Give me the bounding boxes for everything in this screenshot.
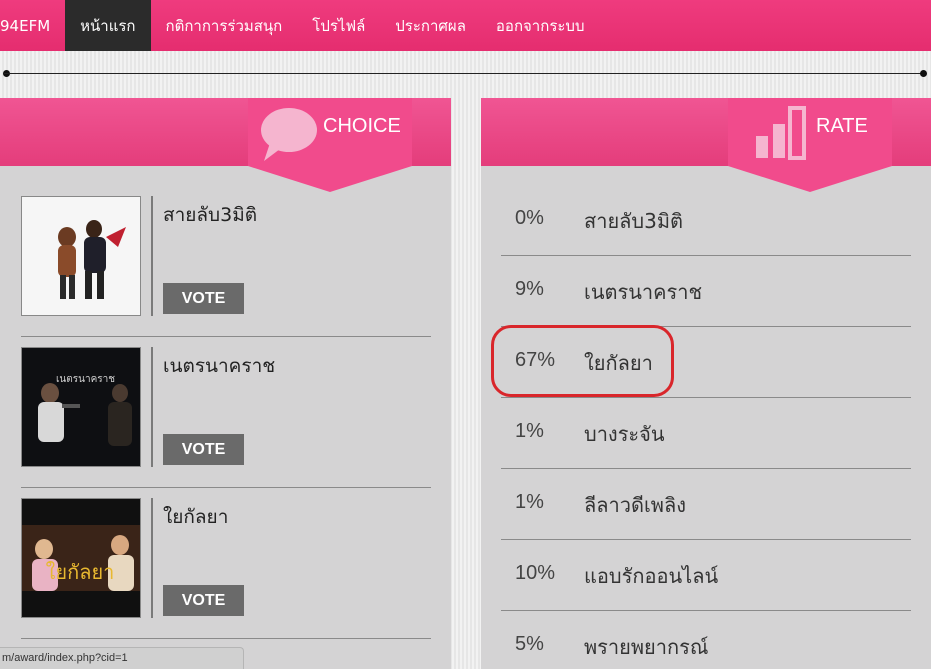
choice-separator [21,487,431,488]
rate-percent: 5% [515,633,544,655]
choice-item: สายลับ3มิติ VOTE [21,196,431,317]
nav-item-rules[interactable]: กติกาการร่วมสนุก [151,0,298,51]
rate-name: ลีลาวดีเพลิง [584,493,687,517]
rate-percent: 0% [515,207,544,229]
choice-thumbnail[interactable] [21,196,141,316]
rate-name: พรายพยากรณ์ [584,635,709,659]
divider-dot-right [920,70,927,77]
choice-title: CHOICE [323,115,401,137]
rate-row: 0% สายลับ3มิติ [501,185,911,256]
speech-bubble-icon [261,108,317,161]
nav-item-results[interactable]: ประกาศผล [380,0,481,51]
item-divider [151,347,153,467]
rate-badge: RATE [728,98,892,192]
item-divider [151,196,153,316]
rate-percent: 9% [515,278,544,300]
choice-name: เนตรนาคราช [163,355,276,377]
rate-name: แอบรักออนไลน์ [584,564,719,588]
choice-separator [21,638,431,639]
choice-name: สายลับ3มิติ [163,204,258,226]
highlight-annotation [491,325,674,397]
choice-separator [21,336,431,337]
rate-title: RATE [816,115,868,137]
section-divider [4,73,926,74]
vote-button[interactable]: VOTE [163,585,244,616]
nav-item-profile[interactable]: โปรไฟล์ [297,0,380,51]
bar-chart-icon [756,106,806,160]
rate-name: เนตรนาคราช [584,280,703,304]
rate-row: 1% ลีลาวดีเพลิง [501,469,911,540]
rate-name: บางระจัน [584,422,665,446]
choice-thumbnail[interactable]: ใยกัลยา [21,498,141,618]
browser-status-bar: m/award/index.php?cid=1 [0,647,244,669]
choice-item: เนตรนาคราช เนตรนาคราช VOTE [21,347,431,468]
svg-text:เนตรนาคราช: เนตรนาคราช [56,374,115,385]
nav-brand[interactable]: 94EFM [0,0,65,51]
choice-badge: CHOICE [248,98,412,192]
rate-row: 10% แอบรักออนไลน์ [501,540,911,611]
choice-panel: CHOICE สายลับ3มิติ VOTE เนตรนาคราช เนตรน… [0,98,451,669]
rate-percent: 1% [515,420,544,442]
rate-percent: 1% [515,491,544,513]
rate-name: สายลับ3มิติ [584,209,684,233]
rate-row: 5% พรายพยากรณ์ [501,611,911,669]
choice-item: ใยกัลยา ใยกัลยา VOTE [21,498,431,619]
nav-item-logout[interactable]: ออกจากระบบ [481,0,600,51]
rate-percent: 10% [515,562,556,584]
nav-item-home[interactable]: หน้าแรก [65,0,151,51]
svg-text:ใยกัลยา: ใยกัลยา [46,560,115,584]
choice-name: ใยกัลยา [163,506,229,528]
vote-button[interactable]: VOTE [163,283,244,314]
item-divider [151,498,153,618]
vote-button[interactable]: VOTE [163,434,244,465]
rate-row: 9% เนตรนาคราช [501,256,911,327]
choice-thumbnail[interactable]: เนตรนาคราช [21,347,141,467]
top-nav: 94EFM หน้าแรก กติกาการร่วมสนุก โปรไฟล์ ป… [0,0,931,51]
rate-row: 1% บางระจัน [501,398,911,469]
